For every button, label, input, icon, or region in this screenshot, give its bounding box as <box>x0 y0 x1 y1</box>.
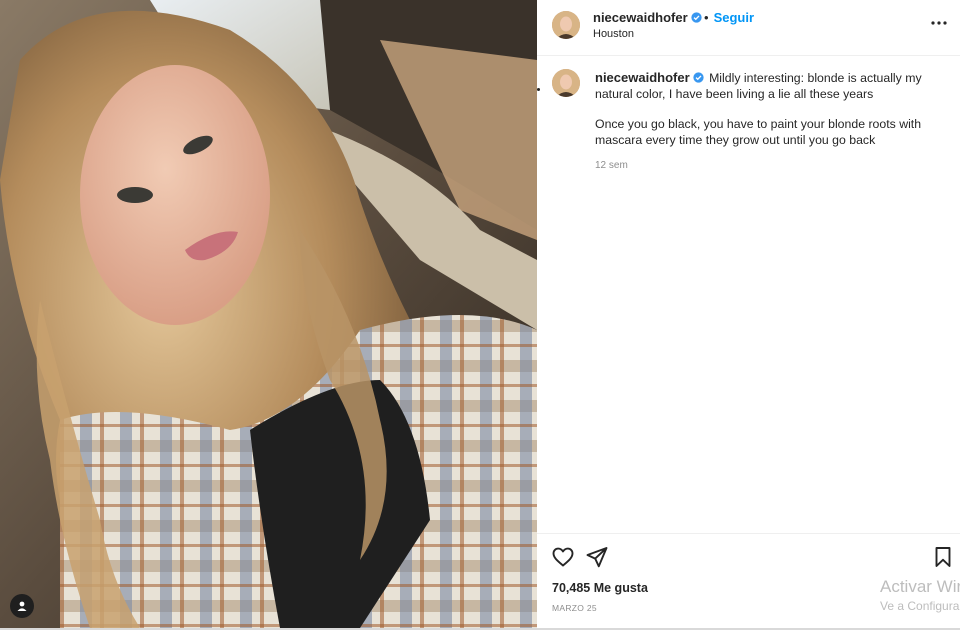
more-options-icon[interactable] <box>930 14 948 32</box>
author-username-link[interactable]: niecewaidhofer <box>593 10 702 25</box>
likes-number[interactable]: 70,485 <box>552 581 590 595</box>
windows-activation-subtitle: Ve a Configura <box>880 599 960 613</box>
caption-avatar[interactable] <box>552 69 580 97</box>
selfie-image <box>0 0 537 628</box>
caption-username-text[interactable]: niecewaidhofer <box>595 70 690 85</box>
likes-count[interactable]: 70,485 Me gusta <box>552 581 648 595</box>
likes-label[interactable]: Me gusta <box>594 581 648 595</box>
user-tag-icon <box>17 601 27 611</box>
verified-badge-icon <box>693 72 704 83</box>
caption-time-ago[interactable]: 12 sem <box>595 160 628 171</box>
follow-label[interactable]: Seguir <box>714 10 754 25</box>
post-date[interactable]: MARZO 25 <box>552 603 597 613</box>
bookmark-icon[interactable] <box>931 545 955 569</box>
post-side-panel: niecewaidhofer • Seguir Houston niecewaid… <box>537 0 960 628</box>
author-avatar[interactable] <box>552 11 580 39</box>
verified-badge-icon <box>691 12 702 23</box>
share-icon[interactable] <box>585 545 609 569</box>
author-username[interactable]: niecewaidhofer <box>593 10 688 25</box>
post-location[interactable]: Houston <box>593 28 634 40</box>
windows-activation-title: Activar Wir <box>880 577 960 596</box>
heart-icon[interactable] <box>551 545 575 569</box>
user-tag-button[interactable] <box>10 594 34 618</box>
caption-paragraph-2: Once you go black, you have to paint you… <box>595 117 922 147</box>
post-header: niecewaidhofer • Seguir Houston <box>537 0 960 56</box>
separator-dot: • <box>704 10 709 25</box>
scroll-marker <box>537 88 540 91</box>
post-photo[interactable] <box>0 0 537 628</box>
post-actions: 70,485 Me gusta MARZO 25 Activar Wir Ve … <box>537 533 960 629</box>
caption-text: niecewaidhofer Mildly interesting: blond… <box>595 70 925 148</box>
follow-button[interactable]: • Seguir <box>704 10 754 25</box>
caption-username[interactable]: niecewaidhofer <box>595 70 704 85</box>
